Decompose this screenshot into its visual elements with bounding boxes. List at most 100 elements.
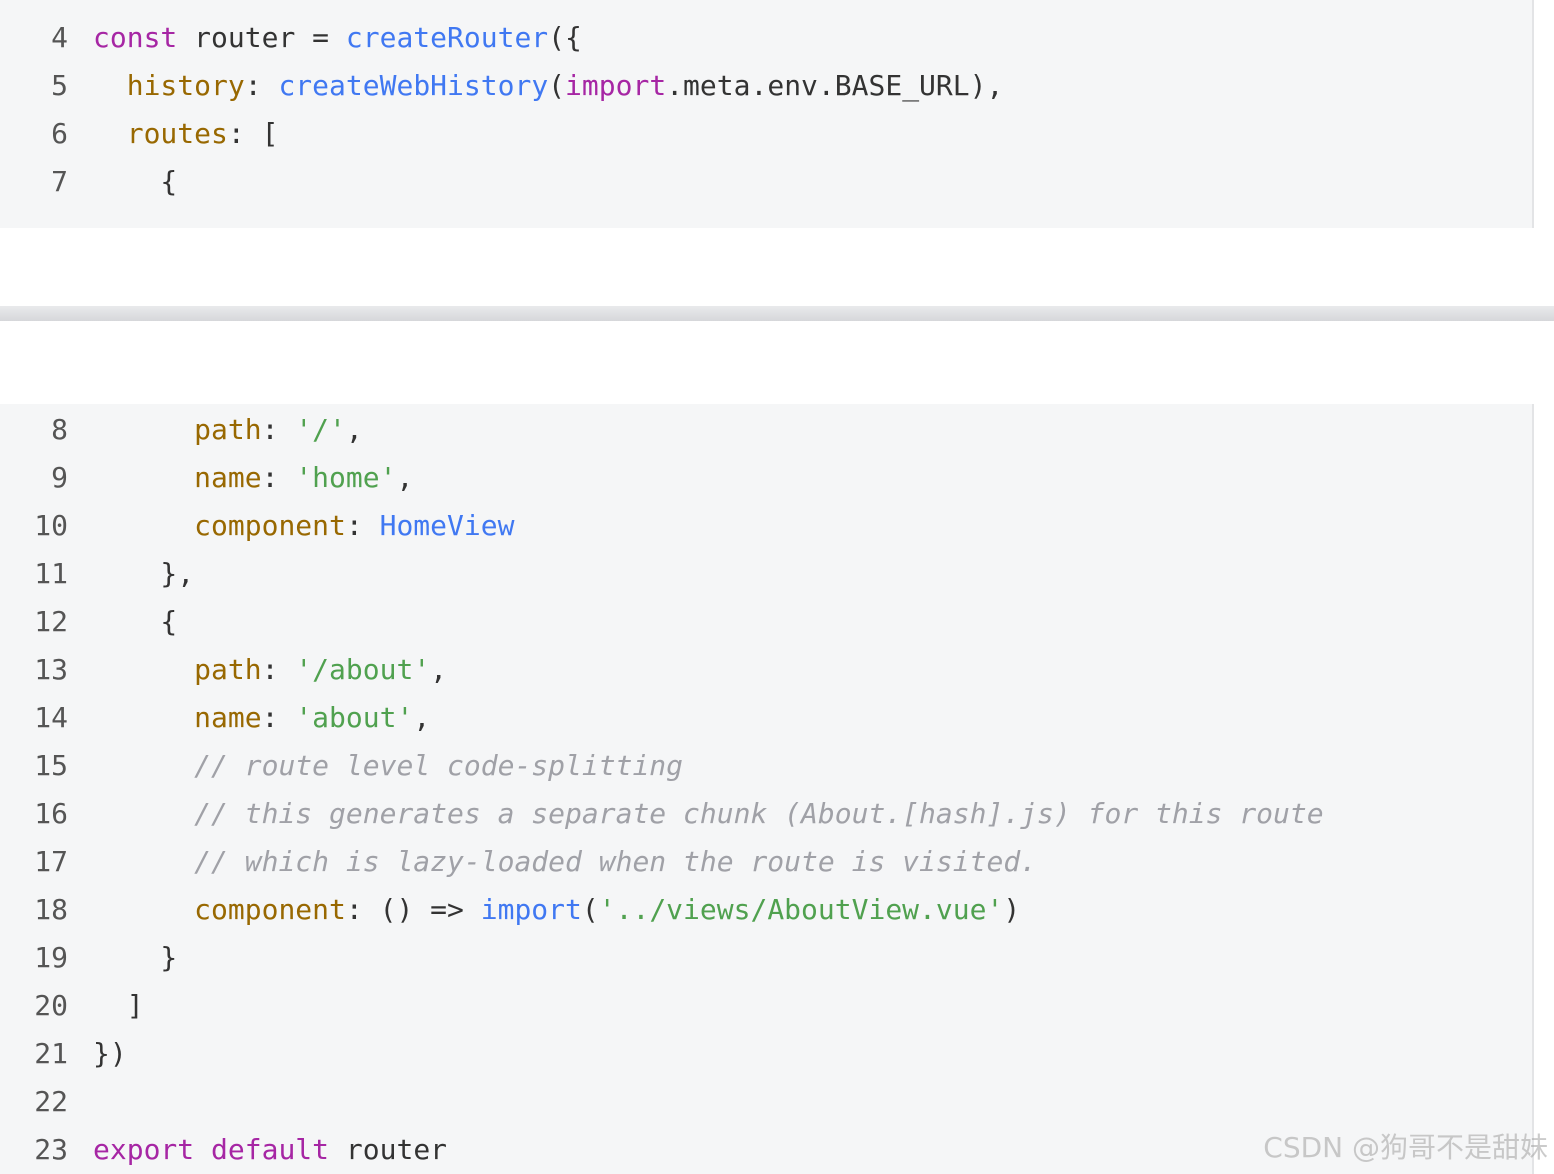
- code-token: (: [581, 893, 599, 926]
- code-token: }): [93, 1037, 127, 1070]
- code-token: // which is lazy-loaded when the route i…: [194, 845, 1038, 878]
- line-number: 13: [34, 653, 68, 686]
- line-code: component: HomeView: [93, 509, 514, 542]
- line-code: },: [93, 557, 194, 590]
- code-token: '/about': [295, 653, 431, 686]
- line-code: routes: [: [93, 117, 279, 150]
- code-token: 'home': [295, 461, 397, 494]
- code-token: :: [345, 509, 380, 542]
- line-number: 4: [51, 21, 68, 54]
- code-line: 12 {: [0, 598, 177, 646]
- code-token: path: [194, 413, 262, 446]
- line-number: 17: [34, 845, 68, 878]
- code-token: createWebHistory: [278, 69, 549, 102]
- code-line: 19 }: [0, 934, 177, 982]
- code-line: 11 },: [0, 550, 194, 598]
- line-number: 14: [34, 701, 68, 734]
- line-code: component: () => import('../views/AboutV…: [93, 893, 1020, 926]
- line-number: 9: [51, 461, 68, 494]
- code-token: ,: [413, 701, 431, 734]
- code-token: },: [93, 557, 195, 590]
- line-number: 21: [34, 1037, 68, 1070]
- code-token: HomeView: [379, 509, 515, 542]
- code-token: :: [261, 413, 296, 446]
- line-code: name: 'about',: [93, 701, 430, 734]
- code-token: routes: [126, 117, 228, 150]
- code-token: component: [194, 893, 346, 926]
- code-token: : () =>: [345, 893, 481, 926]
- code-token: {: [93, 605, 178, 638]
- code-token: :: [244, 69, 279, 102]
- line-number: 7: [51, 165, 68, 198]
- code-token: ,: [430, 653, 448, 686]
- code-token: // route level code-splitting: [194, 749, 684, 782]
- code-token: :: [261, 461, 296, 494]
- line-code: {: [93, 605, 177, 638]
- screenshot-divider: [0, 306, 1554, 321]
- line-number: 10: [34, 509, 68, 542]
- line-number: 11: [34, 557, 68, 590]
- line-code: // route level code-splitting: [93, 749, 683, 782]
- code-line: 6 routes: [: [0, 110, 278, 158]
- code-token: .meta.env.BASE_URL),: [666, 69, 1004, 102]
- code-token: ,: [345, 413, 363, 446]
- line-number: 23: [34, 1133, 68, 1166]
- code-token: router: [329, 1133, 448, 1166]
- code-token: (: [548, 69, 566, 102]
- line-code: }: [93, 941, 177, 974]
- code-token: name: [194, 701, 262, 734]
- code-token: history: [126, 69, 245, 102]
- code-token: '../views/AboutView.vue': [598, 893, 1004, 926]
- line-code: path: '/about',: [93, 653, 447, 686]
- code-token: ): [1003, 893, 1021, 926]
- line-number: 8: [51, 413, 68, 446]
- code-line: 8 path: '/',: [0, 406, 363, 454]
- line-number: 15: [34, 749, 68, 782]
- line-code: ]: [93, 989, 144, 1022]
- line-code: // which is lazy-loaded when the route i…: [93, 845, 1037, 878]
- code-line: 16 // this generates a separate chunk (A…: [0, 790, 1324, 838]
- code-line: 21}): [0, 1030, 127, 1078]
- code-token: :: [261, 653, 296, 686]
- code-token: {: [93, 165, 178, 198]
- code-line: 18 component: () => import('../views/Abo…: [0, 886, 1020, 934]
- line-code: // this generates a separate chunk (Abou…: [93, 797, 1324, 830]
- code-line: 9 name: 'home',: [0, 454, 413, 502]
- code-token: default: [211, 1133, 330, 1166]
- line-code: export default router: [93, 1133, 447, 1166]
- code-token: ]: [93, 989, 144, 1022]
- line-code: }): [93, 1037, 127, 1070]
- code-block-top: 4 const router = createRouter({5 history:…: [0, 0, 1534, 228]
- code-token: ,: [396, 461, 414, 494]
- code-token: // this generates a separate chunk (Abou…: [194, 797, 1324, 830]
- code-token: path: [194, 653, 262, 686]
- code-token: export: [93, 1133, 195, 1166]
- line-number: 19: [34, 941, 68, 974]
- code-token: '/': [295, 413, 346, 446]
- code-token: import: [565, 69, 667, 102]
- code-line: 23 export default router: [0, 1126, 447, 1174]
- code-line: 7 {: [0, 158, 177, 206]
- code-token: component: [194, 509, 346, 542]
- code-token: createRouter: [345, 21, 549, 54]
- code-line: 15 // route level code-splitting: [0, 742, 683, 790]
- code-line: 13 path: '/about',: [0, 646, 447, 694]
- line-code: path: '/',: [93, 413, 363, 446]
- code-token: import: [480, 893, 582, 926]
- code-token: name: [194, 461, 262, 494]
- code-token: router =: [177, 21, 346, 54]
- code-token: 'about': [295, 701, 414, 734]
- line-number: 5: [51, 69, 68, 102]
- code-token: : [: [227, 117, 279, 150]
